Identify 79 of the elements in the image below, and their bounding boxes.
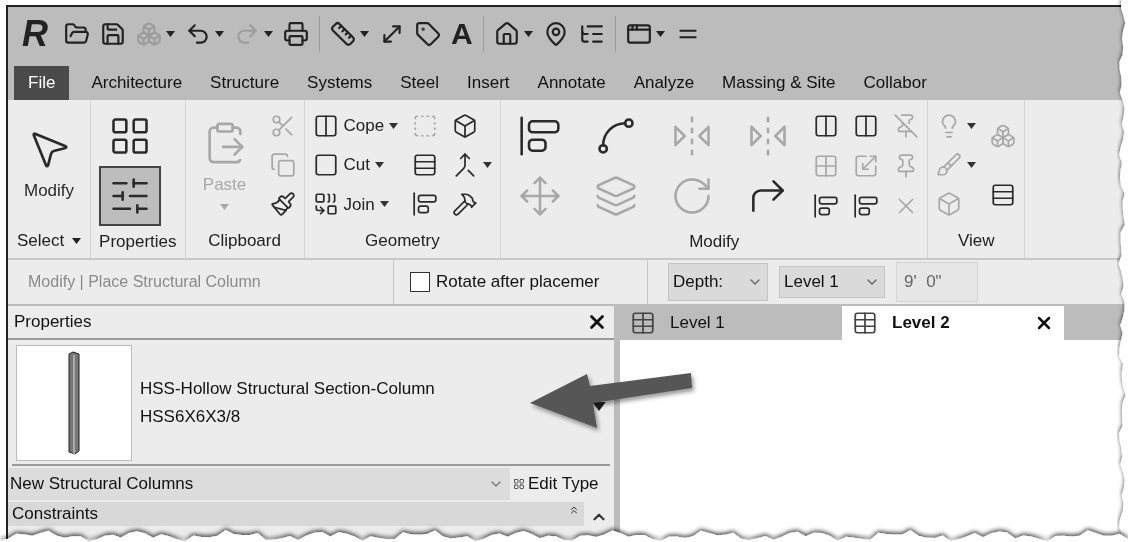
panel-title[interactable]: Clipboard (193, 224, 296, 258)
view-tab[interactable]: Level 2 (842, 306, 1064, 340)
caret-icon (215, 30, 224, 37)
box-icon (452, 112, 479, 139)
paintbrush-icon (269, 191, 296, 218)
caret-icon (166, 30, 175, 37)
square-icon (412, 112, 439, 139)
ribbon-button[interactable]: Modify (16, 106, 83, 224)
section-header[interactable]: Constraints (8, 502, 584, 526)
ribbon-tab[interactable]: Systems (293, 66, 387, 100)
file-tab[interactable]: File (14, 66, 70, 100)
quick-access-button[interactable] (64, 20, 90, 47)
caret-icon (220, 203, 230, 210)
caret-icon (655, 30, 665, 37)
checkbox[interactable] (410, 272, 430, 292)
caret-icon (375, 162, 385, 168)
quick-access-button[interactable] (330, 20, 369, 47)
align-icon (518, 114, 563, 158)
caret-icon (264, 30, 273, 37)
ribbon-tab[interactable]: Massing & Site (708, 66, 850, 100)
quick-access-button[interactable] (493, 20, 533, 47)
panel-title[interactable]: Properties (99, 226, 177, 258)
caret-icon (967, 122, 977, 129)
ribbon-tab[interactable]: Analyze (619, 66, 709, 100)
caret-icon (360, 30, 369, 37)
caret-icon (967, 162, 977, 168)
box-icon (936, 191, 963, 218)
sheet-icon (852, 310, 878, 336)
save-icon (100, 20, 126, 47)
caret-icon (483, 162, 493, 168)
context-label: Modify | Place Structural Column (28, 272, 261, 292)
open-folder-icon (64, 20, 90, 47)
ribbon-tab[interactable]: Annotate (523, 66, 620, 100)
unpin-icon (893, 113, 920, 139)
ribbon-button[interactable]: Join (312, 186, 389, 223)
panel-title[interactable]: Select (16, 224, 83, 258)
ribbon-tab[interactable]: Insert (453, 66, 524, 100)
quick-access-button[interactable] (100, 20, 126, 47)
print-icon (283, 20, 309, 47)
sheet-icon (630, 310, 656, 336)
hammer-icon (452, 191, 479, 218)
ribbon-button[interactable] (99, 166, 162, 226)
collapse-icon (568, 504, 580, 516)
ribbon-tab[interactable]: Steel (386, 66, 454, 100)
array-icon (813, 153, 840, 179)
level-dropdown[interactable]: Level 1 (779, 266, 885, 298)
depth-dropdown[interactable]: Depth: (668, 263, 768, 301)
quick-access-button[interactable] (283, 20, 309, 47)
quick-access-button[interactable] (415, 20, 441, 47)
panel-title: Properties (14, 311, 92, 334)
ribbon-tab[interactable]: Collabor (849, 66, 941, 100)
panel-title[interactable]: View (936, 224, 1017, 258)
cubes-icon (136, 20, 162, 47)
cubes-icon (990, 122, 1017, 149)
ribbon-tab[interactable]: Architecture (77, 66, 197, 100)
text-tool-button[interactable]: A (451, 18, 473, 49)
brush-icon (936, 152, 963, 178)
panel-title[interactable]: Geometry (312, 224, 493, 258)
ribbon-button[interactable]: Cut (312, 147, 385, 183)
type-name: HSS6X6X3/8 (140, 406, 242, 428)
app-logo[interactable]: R (22, 15, 48, 52)
checkbox-label: Rotate after placemer (436, 271, 600, 294)
copy-icon (269, 152, 296, 178)
house-icon (493, 20, 520, 47)
caret-icon (379, 201, 389, 208)
caret-icon (72, 238, 82, 244)
ruler-icon (330, 20, 356, 47)
caret-icon (523, 30, 533, 37)
grid-icon (513, 478, 525, 490)
caret-icon (389, 122, 399, 129)
filter-dropdown[interactable]: New Structural Columns (8, 468, 510, 500)
tag-icon (415, 20, 441, 47)
height-field[interactable]: 9' 0" (896, 262, 978, 302)
scale-icon (853, 153, 880, 179)
dropdown-caret-icon (592, 402, 606, 411)
panel-title[interactable]: Modify (509, 226, 920, 258)
ribbon-tab[interactable]: Structure (196, 66, 294, 100)
type-family: HSS-Hollow Structural Section-Column (140, 378, 435, 400)
ribbon-button[interactable]: Cope (312, 107, 399, 144)
